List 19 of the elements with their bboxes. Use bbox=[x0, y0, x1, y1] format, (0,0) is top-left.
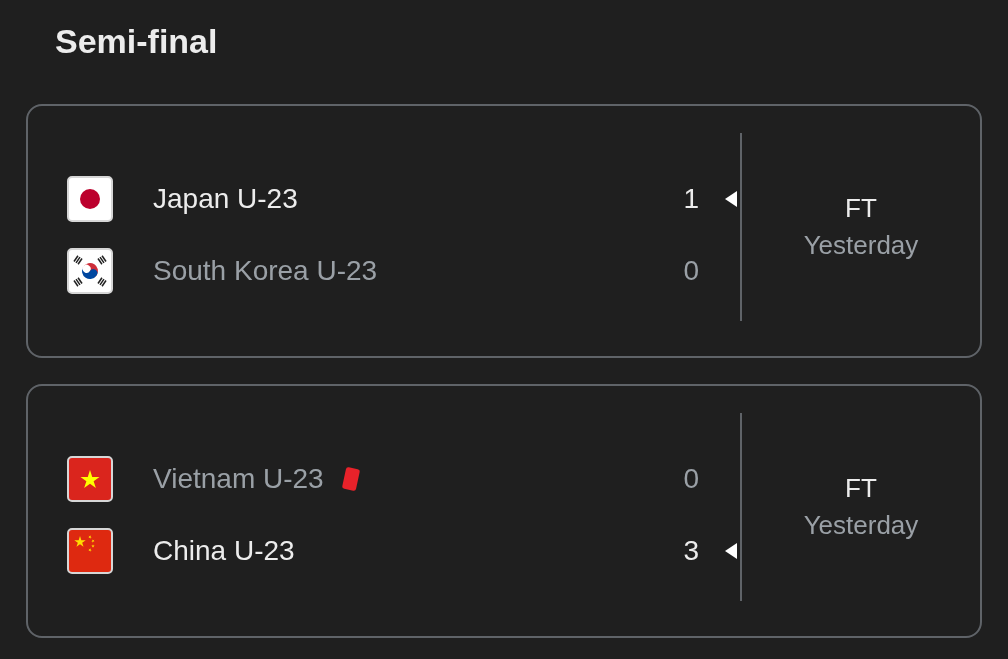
section-title: Semi-final bbox=[55, 21, 218, 62]
team-score: 3 bbox=[683, 535, 699, 567]
team-name: Japan U-23 bbox=[153, 183, 298, 215]
match-date: Yesterday bbox=[803, 230, 919, 261]
match-date: Yesterday bbox=[803, 510, 919, 541]
team-name: China U-23 bbox=[153, 535, 295, 567]
flag-icon bbox=[67, 456, 113, 502]
flag-icon bbox=[67, 528, 113, 574]
team-score: 0 bbox=[683, 255, 699, 287]
match-status: FT bbox=[845, 193, 877, 224]
team-score: 1 bbox=[683, 183, 699, 215]
flag-icon bbox=[67, 176, 113, 222]
flag-icon bbox=[67, 248, 113, 294]
team-name: Vietnam U-23 bbox=[153, 463, 324, 495]
team-score: 0 bbox=[683, 463, 699, 495]
match-card[interactable]: Japan U-23 1 South Korea U-23 0 FT Yesterday bbox=[26, 104, 982, 358]
team-name: South Korea U-23 bbox=[153, 255, 378, 287]
match-card[interactable]: Vietnam U-23 0 China U-23 3 FT Yesterday bbox=[26, 384, 982, 638]
match-status: FT bbox=[845, 473, 877, 504]
